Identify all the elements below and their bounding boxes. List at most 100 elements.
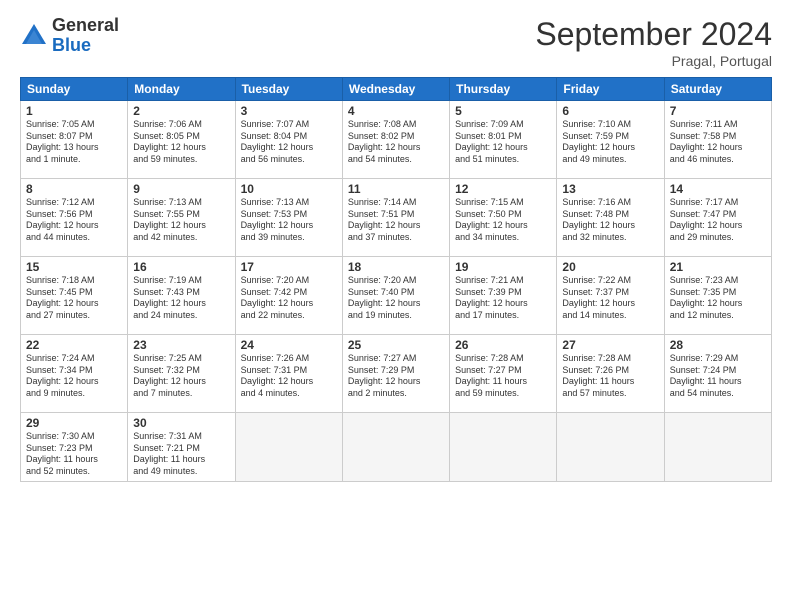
day-info: Sunrise: 7:17 AM Sunset: 7:47 PM Dayligh… [670, 197, 766, 244]
col-monday: Monday [128, 78, 235, 101]
logo-text: General Blue [52, 16, 119, 56]
day-info: Sunrise: 7:23 AM Sunset: 7:35 PM Dayligh… [670, 275, 766, 322]
col-sunday: Sunday [21, 78, 128, 101]
day-number: 6 [562, 104, 658, 118]
col-thursday: Thursday [450, 78, 557, 101]
day-number: 15 [26, 260, 122, 274]
day-number: 26 [455, 338, 551, 352]
day-info: Sunrise: 7:19 AM Sunset: 7:43 PM Dayligh… [133, 275, 229, 322]
day-cell [450, 413, 557, 482]
day-cell: 2Sunrise: 7:06 AM Sunset: 8:05 PM Daylig… [128, 101, 235, 179]
page: General Blue September 2024 Pragal, Port… [0, 0, 792, 612]
header-row: Sunday Monday Tuesday Wednesday Thursday… [21, 78, 772, 101]
day-number: 25 [348, 338, 444, 352]
week-row-5: 29Sunrise: 7:30 AM Sunset: 7:23 PM Dayli… [21, 413, 772, 482]
col-tuesday: Tuesday [235, 78, 342, 101]
day-info: Sunrise: 7:26 AM Sunset: 7:31 PM Dayligh… [241, 353, 337, 400]
day-number: 20 [562, 260, 658, 274]
day-number: 11 [348, 182, 444, 196]
logo-icon [20, 22, 48, 50]
day-number: 29 [26, 416, 122, 430]
day-number: 27 [562, 338, 658, 352]
day-cell: 18Sunrise: 7:20 AM Sunset: 7:40 PM Dayli… [342, 257, 449, 335]
day-info: Sunrise: 7:13 AM Sunset: 7:55 PM Dayligh… [133, 197, 229, 244]
day-cell: 14Sunrise: 7:17 AM Sunset: 7:47 PM Dayli… [664, 179, 771, 257]
day-cell: 23Sunrise: 7:25 AM Sunset: 7:32 PM Dayli… [128, 335, 235, 413]
week-row-1: 1Sunrise: 7:05 AM Sunset: 8:07 PM Daylig… [21, 101, 772, 179]
day-number: 2 [133, 104, 229, 118]
day-number: 28 [670, 338, 766, 352]
day-info: Sunrise: 7:09 AM Sunset: 8:01 PM Dayligh… [455, 119, 551, 166]
day-cell: 15Sunrise: 7:18 AM Sunset: 7:45 PM Dayli… [21, 257, 128, 335]
day-cell: 16Sunrise: 7:19 AM Sunset: 7:43 PM Dayli… [128, 257, 235, 335]
day-info: Sunrise: 7:10 AM Sunset: 7:59 PM Dayligh… [562, 119, 658, 166]
day-number: 21 [670, 260, 766, 274]
day-number: 30 [133, 416, 229, 430]
day-cell: 19Sunrise: 7:21 AM Sunset: 7:39 PM Dayli… [450, 257, 557, 335]
day-number: 22 [26, 338, 122, 352]
day-number: 9 [133, 182, 229, 196]
day-cell: 6Sunrise: 7:10 AM Sunset: 7:59 PM Daylig… [557, 101, 664, 179]
week-row-4: 22Sunrise: 7:24 AM Sunset: 7:34 PM Dayli… [21, 335, 772, 413]
day-info: Sunrise: 7:27 AM Sunset: 7:29 PM Dayligh… [348, 353, 444, 400]
day-info: Sunrise: 7:21 AM Sunset: 7:39 PM Dayligh… [455, 275, 551, 322]
day-info: Sunrise: 7:25 AM Sunset: 7:32 PM Dayligh… [133, 353, 229, 400]
day-info: Sunrise: 7:08 AM Sunset: 8:02 PM Dayligh… [348, 119, 444, 166]
day-info: Sunrise: 7:05 AM Sunset: 8:07 PM Dayligh… [26, 119, 122, 166]
day-cell: 11Sunrise: 7:14 AM Sunset: 7:51 PM Dayli… [342, 179, 449, 257]
col-saturday: Saturday [664, 78, 771, 101]
day-number: 14 [670, 182, 766, 196]
day-cell: 25Sunrise: 7:27 AM Sunset: 7:29 PM Dayli… [342, 335, 449, 413]
logo-general-text: General [52, 16, 119, 36]
day-info: Sunrise: 7:29 AM Sunset: 7:24 PM Dayligh… [670, 353, 766, 400]
day-number: 17 [241, 260, 337, 274]
day-cell: 5Sunrise: 7:09 AM Sunset: 8:01 PM Daylig… [450, 101, 557, 179]
day-cell: 28Sunrise: 7:29 AM Sunset: 7:24 PM Dayli… [664, 335, 771, 413]
day-info: Sunrise: 7:24 AM Sunset: 7:34 PM Dayligh… [26, 353, 122, 400]
day-cell: 26Sunrise: 7:28 AM Sunset: 7:27 PM Dayli… [450, 335, 557, 413]
day-cell: 8Sunrise: 7:12 AM Sunset: 7:56 PM Daylig… [21, 179, 128, 257]
day-cell: 10Sunrise: 7:13 AM Sunset: 7:53 PM Dayli… [235, 179, 342, 257]
day-cell: 9Sunrise: 7:13 AM Sunset: 7:55 PM Daylig… [128, 179, 235, 257]
day-number: 16 [133, 260, 229, 274]
day-info: Sunrise: 7:20 AM Sunset: 7:42 PM Dayligh… [241, 275, 337, 322]
day-info: Sunrise: 7:30 AM Sunset: 7:23 PM Dayligh… [26, 431, 122, 478]
day-number: 24 [241, 338, 337, 352]
day-number: 12 [455, 182, 551, 196]
month-title: September 2024 [535, 16, 772, 53]
day-info: Sunrise: 7:13 AM Sunset: 7:53 PM Dayligh… [241, 197, 337, 244]
day-number: 10 [241, 182, 337, 196]
day-info: Sunrise: 7:06 AM Sunset: 8:05 PM Dayligh… [133, 119, 229, 166]
day-number: 7 [670, 104, 766, 118]
day-cell: 3Sunrise: 7:07 AM Sunset: 8:04 PM Daylig… [235, 101, 342, 179]
day-cell: 30Sunrise: 7:31 AM Sunset: 7:21 PM Dayli… [128, 413, 235, 482]
day-cell [235, 413, 342, 482]
col-friday: Friday [557, 78, 664, 101]
location: Pragal, Portugal [535, 53, 772, 69]
day-number: 8 [26, 182, 122, 196]
day-cell: 27Sunrise: 7:28 AM Sunset: 7:26 PM Dayli… [557, 335, 664, 413]
col-wednesday: Wednesday [342, 78, 449, 101]
week-row-3: 15Sunrise: 7:18 AM Sunset: 7:45 PM Dayli… [21, 257, 772, 335]
day-cell: 13Sunrise: 7:16 AM Sunset: 7:48 PM Dayli… [557, 179, 664, 257]
day-info: Sunrise: 7:20 AM Sunset: 7:40 PM Dayligh… [348, 275, 444, 322]
day-info: Sunrise: 7:31 AM Sunset: 7:21 PM Dayligh… [133, 431, 229, 478]
day-cell: 1Sunrise: 7:05 AM Sunset: 8:07 PM Daylig… [21, 101, 128, 179]
logo-blue-text: Blue [52, 36, 119, 56]
day-info: Sunrise: 7:28 AM Sunset: 7:27 PM Dayligh… [455, 353, 551, 400]
day-info: Sunrise: 7:11 AM Sunset: 7:58 PM Dayligh… [670, 119, 766, 166]
day-cell: 12Sunrise: 7:15 AM Sunset: 7:50 PM Dayli… [450, 179, 557, 257]
day-cell: 22Sunrise: 7:24 AM Sunset: 7:34 PM Dayli… [21, 335, 128, 413]
day-cell: 7Sunrise: 7:11 AM Sunset: 7:58 PM Daylig… [664, 101, 771, 179]
logo: General Blue [20, 16, 119, 56]
calendar-body: 1Sunrise: 7:05 AM Sunset: 8:07 PM Daylig… [21, 101, 772, 482]
day-cell: 17Sunrise: 7:20 AM Sunset: 7:42 PM Dayli… [235, 257, 342, 335]
day-number: 1 [26, 104, 122, 118]
day-info: Sunrise: 7:12 AM Sunset: 7:56 PM Dayligh… [26, 197, 122, 244]
day-cell: 20Sunrise: 7:22 AM Sunset: 7:37 PM Dayli… [557, 257, 664, 335]
day-info: Sunrise: 7:14 AM Sunset: 7:51 PM Dayligh… [348, 197, 444, 244]
day-cell: 4Sunrise: 7:08 AM Sunset: 8:02 PM Daylig… [342, 101, 449, 179]
day-cell: 29Sunrise: 7:30 AM Sunset: 7:23 PM Dayli… [21, 413, 128, 482]
day-info: Sunrise: 7:18 AM Sunset: 7:45 PM Dayligh… [26, 275, 122, 322]
day-cell [557, 413, 664, 482]
